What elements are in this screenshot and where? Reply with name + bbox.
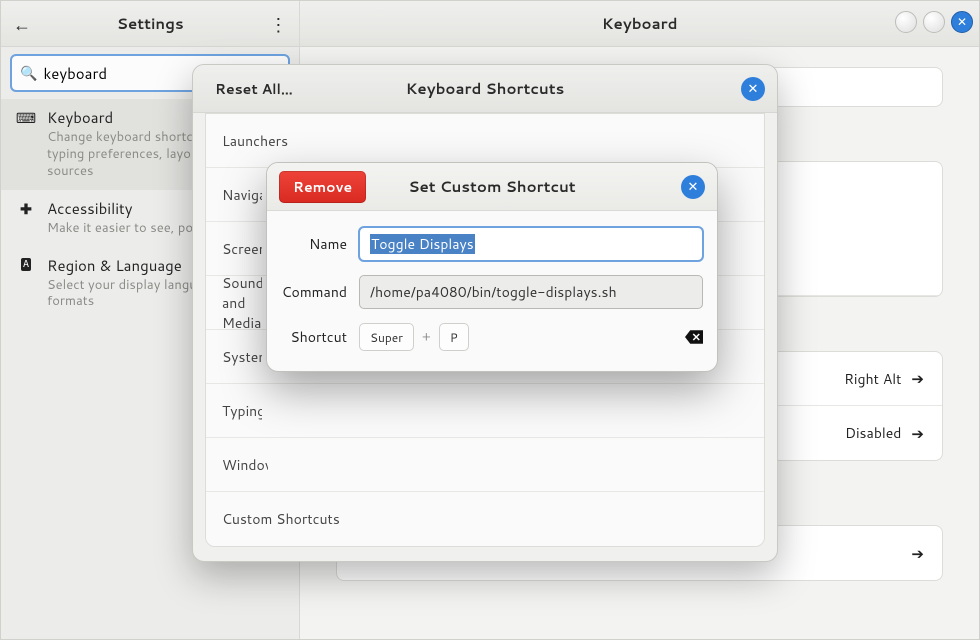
backspace-icon — [685, 330, 703, 344]
region-icon — [17, 257, 35, 275]
accessibility-icon — [17, 200, 35, 218]
back-icon: ← — [13, 11, 31, 37]
chevron-right-icon: ➔ — [911, 423, 924, 444]
shortcuts-header: Reset All… Keyboard Shortcuts ✕ — [193, 65, 777, 113]
keyboard-icon — [17, 109, 35, 127]
window-maximize-button[interactable] — [923, 11, 945, 33]
keycap-p: P — [439, 323, 469, 351]
window-close-button[interactable]: ✕ — [951, 11, 973, 33]
command-input[interactable]: /home/pa4080/bin/toggle-displays.sh — [359, 275, 703, 309]
keycap-super: Super — [359, 323, 414, 351]
kebab-icon: ⋮ — [269, 11, 287, 37]
name-row: Name Toggle Displays — [281, 227, 703, 261]
plus-icon: + — [422, 328, 431, 346]
shortcuts-section-custom[interactable]: Custom Shortcuts — [206, 492, 764, 546]
shortcut-row: Shortcut Super + P — [281, 323, 703, 351]
hamburger-menu-button[interactable]: ⋮ — [265, 11, 291, 37]
reset-all-button[interactable]: Reset All… — [205, 73, 303, 105]
chevron-right-icon: ➔ — [911, 368, 924, 389]
remove-button[interactable]: Remove — [279, 171, 366, 203]
content-header: Keyboard ✕ — [300, 1, 979, 47]
shortcuts-section-typing[interactable]: Typing — [206, 384, 764, 438]
clear-shortcut-button[interactable] — [685, 330, 703, 344]
set-custom-shortcut-dialog: Remove Set Custom Shortcut ✕ Name Toggle… — [266, 162, 718, 372]
row-value: Right Alt ➔ — [844, 368, 924, 389]
shortcuts-section-windows[interactable]: Windows — [206, 438, 764, 492]
shortcut-label: Shortcut — [281, 327, 359, 347]
back-button[interactable]: ← — [9, 11, 35, 37]
command-row: Command /home/pa4080/bin/toggle-displays… — [281, 275, 703, 309]
name-selected-text: Toggle Displays — [370, 234, 475, 254]
content-title: Keyboard — [602, 13, 678, 34]
chevron-right-icon: ➔ — [911, 543, 924, 564]
sidebar-title: Settings — [35, 13, 265, 34]
custom-body: Name Toggle Displays Command /home/pa408… — [267, 211, 717, 371]
window-minimize-button[interactable] — [895, 11, 917, 33]
search-icon: 🔍 — [20, 63, 37, 83]
shortcuts-close-button[interactable]: ✕ — [741, 77, 765, 101]
name-label: Name — [281, 234, 359, 254]
name-input[interactable]: Toggle Displays — [359, 227, 703, 261]
window-controls: ✕ — [895, 11, 973, 33]
command-value: /home/pa4080/bin/toggle-displays.sh — [370, 282, 617, 302]
sidebar-header: ← Settings ⋮ — [1, 1, 299, 47]
command-label: Command — [281, 282, 359, 302]
custom-header: Remove Set Custom Shortcut ✕ — [267, 163, 717, 211]
custom-close-button[interactable]: ✕ — [681, 175, 705, 199]
shortcuts-section-launchers[interactable]: Launchers — [206, 114, 764, 168]
row-value: Disabled ➔ — [845, 423, 924, 444]
